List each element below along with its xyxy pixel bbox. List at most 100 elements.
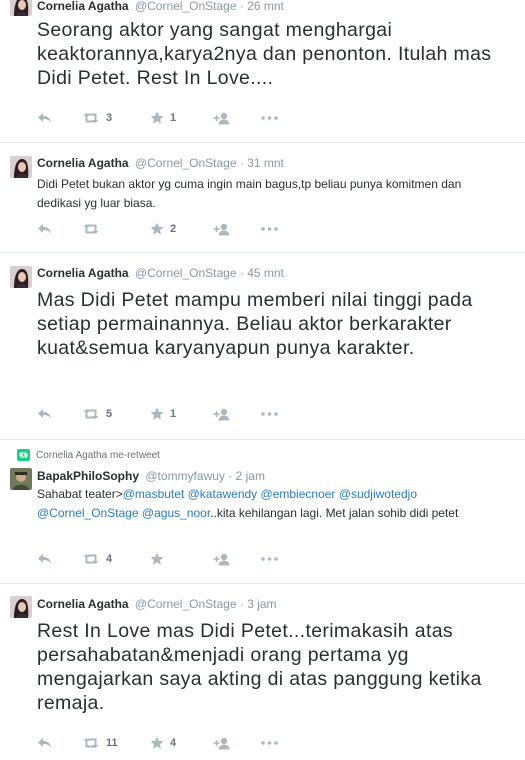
author-handle[interactable]: @Cornel_OnStage	[135, 156, 237, 170]
more-icon	[261, 116, 278, 120]
star-icon	[150, 407, 164, 421]
tweet-text: Didi Petet bukan aktor yg cuma ingin mai…	[37, 177, 462, 210]
author-handle[interactable]: @Cornel_OnStage	[135, 0, 237, 13]
retweet-button[interactable]: 4	[82, 551, 112, 567]
more-icon	[261, 412, 278, 416]
follow-icon	[213, 408, 231, 421]
reply-icon	[37, 223, 52, 235]
author-name[interactable]: Cornelia Agatha	[37, 0, 129, 13]
reply-button[interactable]	[37, 551, 52, 567]
tweet-header: Cornelia Agatha @Cornel_OnStage · 45 mnt	[37, 266, 284, 280]
reply-button[interactable]	[37, 406, 52, 422]
follow-button[interactable]	[213, 551, 231, 567]
favorite-count: 1	[170, 112, 177, 124]
tweet-header: Cornelia Agatha @Cornel_OnStage · 31 mnt	[37, 156, 284, 170]
avatar-image	[10, 468, 32, 490]
retweet-button[interactable]	[82, 221, 100, 237]
more-button[interactable]	[261, 221, 278, 237]
author-handle[interactable]: @Cornel_OnStage	[135, 266, 237, 280]
avatar-image	[10, 266, 32, 288]
mention-link[interactable]: @sudjiwotedjo	[339, 487, 417, 501]
retweet-icon	[82, 737, 100, 749]
text-fragment: ..kita kehilangan lagi. Met jalan sohib …	[210, 506, 459, 520]
retweet-count: 3	[106, 112, 113, 124]
avatar[interactable]	[10, 0, 32, 16]
reply-icon	[37, 737, 52, 749]
avatar-image	[10, 156, 32, 178]
favorite-button[interactable]: 2	[150, 221, 176, 237]
tweet-text: Seorang aktor yang sangat menghargai kea…	[37, 19, 492, 89]
separator-dot: ·	[239, 156, 244, 170]
more-button[interactable]	[261, 110, 278, 126]
retweet-button[interactable]: 3	[82, 110, 112, 126]
reply-icon	[37, 408, 52, 420]
favorite-count: 2	[170, 223, 177, 235]
retweet-context: Cornelia Agatha me-retweet	[17, 449, 160, 461]
retweet-icon	[82, 112, 100, 124]
mention-link[interactable]: @agus_noor	[142, 506, 210, 520]
separator-dot: ·	[228, 469, 233, 483]
retweet-button[interactable]: 5	[82, 406, 112, 422]
retweet-icon	[82, 408, 100, 420]
follow-icon	[213, 737, 231, 750]
tweet-header: Cornelia Agatha @Cornel_OnStage · 3 jam	[37, 597, 277, 611]
reply-button[interactable]	[37, 221, 52, 237]
reply-button[interactable]	[37, 735, 52, 751]
author-handle[interactable]: @Cornel_OnStage	[135, 597, 237, 611]
mention-link[interactable]: @Cornel_OnStage	[37, 506, 139, 520]
follow-button[interactable]	[213, 735, 231, 751]
retweet-icon	[82, 223, 100, 235]
timestamp[interactable]: 26 mnt	[247, 0, 284, 13]
timestamp[interactable]: 2 jam	[236, 469, 265, 483]
author-name[interactable]: Cornelia Agatha	[37, 597, 129, 611]
avatar[interactable]	[10, 156, 32, 178]
timestamp[interactable]: 45 mnt	[247, 266, 284, 280]
timestamp[interactable]: 3 jam	[247, 597, 276, 611]
author-handle[interactable]: @tommyfawuy	[145, 469, 225, 483]
favorite-count: 4	[170, 737, 177, 749]
reply-button[interactable]	[37, 110, 52, 126]
mention-link[interactable]: @embiecnoer	[261, 487, 336, 501]
separator-dot: ·	[239, 266, 244, 280]
favorite-button[interactable]: 1	[150, 110, 176, 126]
author-name[interactable]: Cornelia Agatha	[37, 156, 129, 170]
tweet-text: Mas Didi Petet mampu memberi nilai tingg…	[37, 289, 473, 359]
favorite-button[interactable]: 4	[150, 735, 176, 751]
follow-icon	[213, 112, 231, 125]
tweet[interactable]: Cornelia Agatha @Cornel_OnStage · 31 mnt…	[0, 143, 525, 253]
tweet[interactable]: Cornelia Agatha me-retweet BapakPhiloSop…	[0, 440, 525, 584]
more-button[interactable]	[261, 406, 278, 422]
avatar[interactable]	[10, 468, 32, 490]
author-name[interactable]: BapakPhiloSophy	[37, 469, 139, 483]
follow-button[interactable]	[213, 221, 231, 237]
mention-link[interactable]: @katawendy	[188, 487, 258, 501]
mention-link[interactable]: @masbutet	[123, 487, 185, 501]
favorite-button[interactable]: 1	[150, 406, 176, 422]
author-name[interactable]: Cornelia Agatha	[37, 266, 129, 280]
more-icon	[261, 741, 278, 745]
star-icon	[150, 111, 164, 125]
avatar[interactable]	[10, 596, 32, 618]
timestamp[interactable]: 31 mnt	[247, 156, 284, 170]
tweet[interactable]: Cornelia Agatha @Cornel_OnStage · 26 mnt…	[0, 0, 525, 143]
avatar[interactable]	[10, 266, 32, 288]
retweet-button[interactable]: 11	[82, 735, 118, 751]
follow-icon	[213, 223, 231, 236]
reply-icon	[37, 553, 52, 565]
retweeted-icon	[17, 449, 30, 461]
retweet-icon	[82, 553, 100, 565]
retweet-context-text[interactable]: Cornelia Agatha me-retweet	[36, 450, 160, 461]
more-button[interactable]	[261, 551, 278, 567]
follow-button[interactable]	[213, 110, 231, 126]
separator-dot: ·	[239, 0, 244, 13]
tweet[interactable]: Cornelia Agatha @Cornel_OnStage · 45 mnt…	[0, 253, 525, 440]
tweet[interactable]: Cornelia Agatha @Cornel_OnStage · 3 jam …	[0, 584, 525, 760]
more-icon	[261, 227, 278, 231]
follow-button[interactable]	[213, 406, 231, 422]
tweet-text: Rest In Love mas Didi Petet...terimakasi…	[37, 620, 482, 714]
reply-icon	[37, 112, 52, 124]
tweet-text: Sahabat teater>@masbutet @katawendy @emb…	[37, 485, 499, 523]
more-button[interactable]	[261, 735, 278, 751]
avatar-image	[10, 0, 32, 16]
favorite-button[interactable]	[150, 551, 164, 567]
